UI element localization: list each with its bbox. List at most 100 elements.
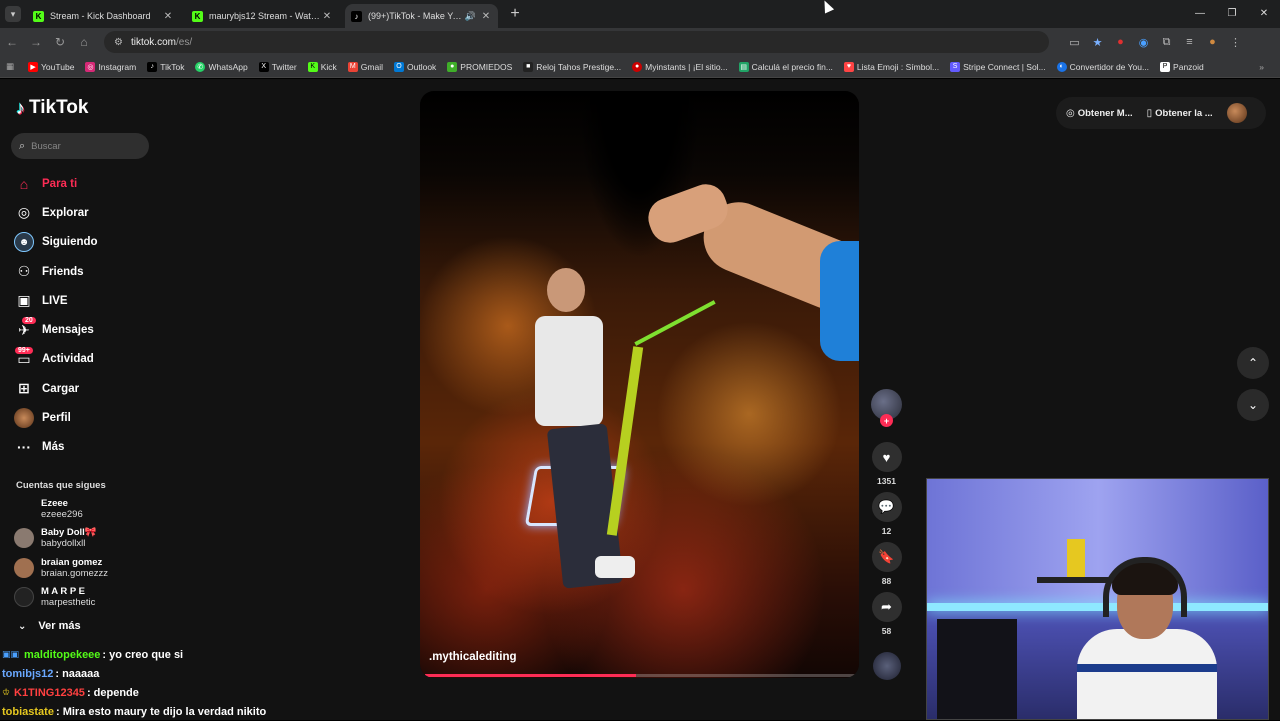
like-button[interactable]: ♥ 1351 (870, 442, 903, 486)
reload-icon[interactable]: ↻ (48, 35, 72, 49)
sidebar-item-mas[interactable]: ··· Más (14, 433, 154, 462)
extension-red-icon[interactable]: ● (1109, 36, 1132, 49)
messages-badge: 20 (22, 317, 36, 325)
speaker-icon[interactable]: 🔊 (465, 11, 476, 22)
creator-avatar[interactable]: + (871, 389, 902, 427)
sidebar-item-live[interactable]: ▣ LIVE (14, 286, 154, 315)
search-input[interactable]: ⌕ Buscar (11, 133, 149, 159)
tab-title: (99+)TikTok - Make Your Day (368, 11, 465, 21)
share-button[interactable]: ➦ 58 (870, 592, 903, 636)
chat-message: ♔ K1TING12345 : depende (0, 683, 420, 702)
extensions-icon[interactable]: ⧉ (1155, 36, 1178, 49)
bookmark-star-icon[interactable]: ★ (1086, 36, 1109, 49)
apps-icon[interactable]: ▦ (6, 61, 14, 72)
chat-username: tobiastate (2, 705, 54, 718)
reading-list-icon[interactable]: ≡ (1178, 36, 1201, 49)
bookmark-promiedos[interactable]: ● PROMIEDOS (447, 61, 512, 72)
close-window-icon[interactable]: ✕ (1248, 0, 1280, 28)
extension-blue-icon[interactable]: ◉ (1132, 36, 1155, 49)
see-more-button[interactable]: ⌄ Ver más (18, 620, 81, 632)
share-count: 58 (881, 626, 892, 636)
bookmarks-bar: ▦ ▶ YouTube ◎ Instagram ♪ TikTok ✆ WhatsApp … (0, 56, 1280, 78)
cast-icon[interactable]: ▭ (1063, 36, 1086, 49)
sidebar-item-actividad[interactable]: ▭ 99+ Actividad (14, 345, 154, 374)
restore-icon[interactable]: ❐ (1216, 0, 1248, 28)
browser-tab[interactable]: K Stream - Kick Dashboard ✕ (27, 4, 180, 28)
bookmark-instagram[interactable]: ◎ Instagram (85, 61, 136, 72)
sidebar-item-cargar[interactable]: ⊞ Cargar (14, 374, 154, 403)
kebab-menu-icon[interactable]: ⋮ (1224, 36, 1247, 49)
bookmark-calcula[interactable]: ▤ Calculá el precio fin... (738, 61, 833, 72)
browser-tab[interactable]: K maurybjs12 Stream - Watch Live ✕ (186, 4, 339, 28)
following-account[interactable]: braian gomez braian.gomezzz (14, 557, 154, 579)
whatsapp-icon: ✆ (195, 61, 206, 72)
close-tab-icon[interactable]: ✕ (162, 11, 174, 22)
top-right-actions: ◎ Obtener M... ▯ Obtener la ... (1056, 97, 1266, 129)
bookmark-myinstants[interactable]: ● Myinstants | ¡El sitio... (632, 61, 728, 72)
bookmark-emoji[interactable]: ♥ Lista Emoji : Símbol... (843, 61, 939, 72)
video-caption[interactable]: .mythicalediting (429, 651, 517, 663)
tab-search-button[interactable]: ▾ (5, 6, 21, 22)
url-site: tiktok.com (130, 36, 176, 48)
sidebar-item-explorar[interactable]: ◎ Explorar (14, 198, 154, 227)
home-icon[interactable]: ⌂ (72, 35, 96, 49)
comment-button[interactable]: 💬 12 (870, 492, 903, 536)
bookmark-twitter[interactable]: X Twitter (258, 61, 297, 72)
badge-icon: ▣▣ (2, 649, 20, 659)
webcam-overlay (926, 478, 1269, 720)
back-icon[interactable]: ← (0, 35, 24, 49)
follow-plus-icon[interactable]: + (880, 414, 893, 427)
bookmarks-overflow-icon[interactable]: » (1259, 62, 1264, 72)
following-account[interactable]: Baby Doll🎀 babydollxll (14, 527, 154, 549)
user-avatar[interactable] (1226, 103, 1247, 123)
close-tab-icon[interactable]: ✕ (480, 11, 492, 22)
bookmark-youtube[interactable]: ▶ YouTube (28, 61, 74, 72)
profile-icon (14, 408, 34, 429)
bookmark-tiktok[interactable]: ♪ TikTok (147, 61, 184, 72)
kick-icon: K (33, 10, 44, 22)
music-disc-icon[interactable] (872, 652, 901, 680)
bookmark-kick[interactable]: K Kick (307, 61, 337, 72)
more-icon: ··· (17, 439, 31, 456)
new-tab-button[interactable]: + (506, 5, 524, 23)
previous-video-button[interactable]: ⌃ (1237, 347, 1269, 379)
bookmark-whatsapp[interactable]: ✆ WhatsApp (195, 61, 248, 72)
next-video-button[interactable]: ⌄ (1237, 389, 1269, 421)
video-progress-bar[interactable] (425, 674, 855, 677)
blue-sleeve (820, 241, 859, 361)
sidebar-item-mensajes[interactable]: ✈ 20 Mensajes (14, 315, 154, 344)
save-button[interactable]: 🔖 88 (870, 542, 903, 586)
monitor (937, 619, 1017, 719)
converter-icon: ◐ (1056, 61, 1067, 72)
chat-message: ▣▣ malditopekeee : yo creo que si (0, 645, 420, 664)
get-app-button[interactable]: ▯ Obtener la ... (1147, 108, 1213, 119)
bookmark-reloj[interactable]: ■ Reloj Tahos Prestige... (523, 61, 621, 72)
sheets-icon: ▤ (738, 61, 749, 72)
following-account[interactable]: M A R P Emarpesthetic (14, 586, 154, 608)
promiedos-icon: ● (447, 61, 458, 72)
video-player[interactable]: .mythicalediting (420, 91, 859, 678)
minimize-icon[interactable]: — (1184, 0, 1216, 28)
sidebar-item-perfil[interactable]: Perfil (14, 403, 154, 432)
bookmark-outlook[interactable]: O Outlook (394, 61, 436, 72)
toolbar-icons: ▭ ★ ● ◉ ⧉ ≡ ● ⋮ (1063, 36, 1247, 49)
bookmark-gmail[interactable]: M Gmail (347, 61, 383, 72)
url-bar[interactable]: ⚙ tiktok.com/es/ (104, 31, 1049, 53)
profile-avatar-icon[interactable]: ● (1201, 36, 1224, 49)
forward-icon[interactable]: → (24, 35, 48, 49)
site-info-icon[interactable]: ⚙ (114, 37, 123, 48)
close-tab-icon[interactable]: ✕ (321, 11, 333, 22)
chat-text: : depende (86, 686, 139, 699)
following-account[interactable]: Ezeee ezeee296 (14, 498, 154, 520)
streamer-shirt (1077, 629, 1217, 719)
sidebar-item-friends[interactable]: ⚇ Friends (14, 257, 154, 286)
bookmark-panzoid[interactable]: P Panzoid (1160, 61, 1204, 72)
activity-badge: 99+ (15, 346, 33, 354)
get-coins-button[interactable]: ◎ Obtener M... (1066, 108, 1133, 119)
tiktok-logo[interactable]: ♪ TikTok (16, 97, 88, 119)
browser-tab-active[interactable]: ♪ (99+)TikTok - Make Your Day 🔊 ✕ (345, 4, 498, 28)
sidebar-item-para-ti[interactable]: ⌂ Para ti (14, 169, 154, 198)
bookmark-convertidor[interactable]: ◐ Convertidor de You... (1056, 61, 1149, 72)
sidebar-item-siguiendo[interactable]: ☻ Siguiendo (14, 228, 154, 257)
bookmark-stripe[interactable]: S Stripe Connect | Sol... (950, 61, 1046, 72)
